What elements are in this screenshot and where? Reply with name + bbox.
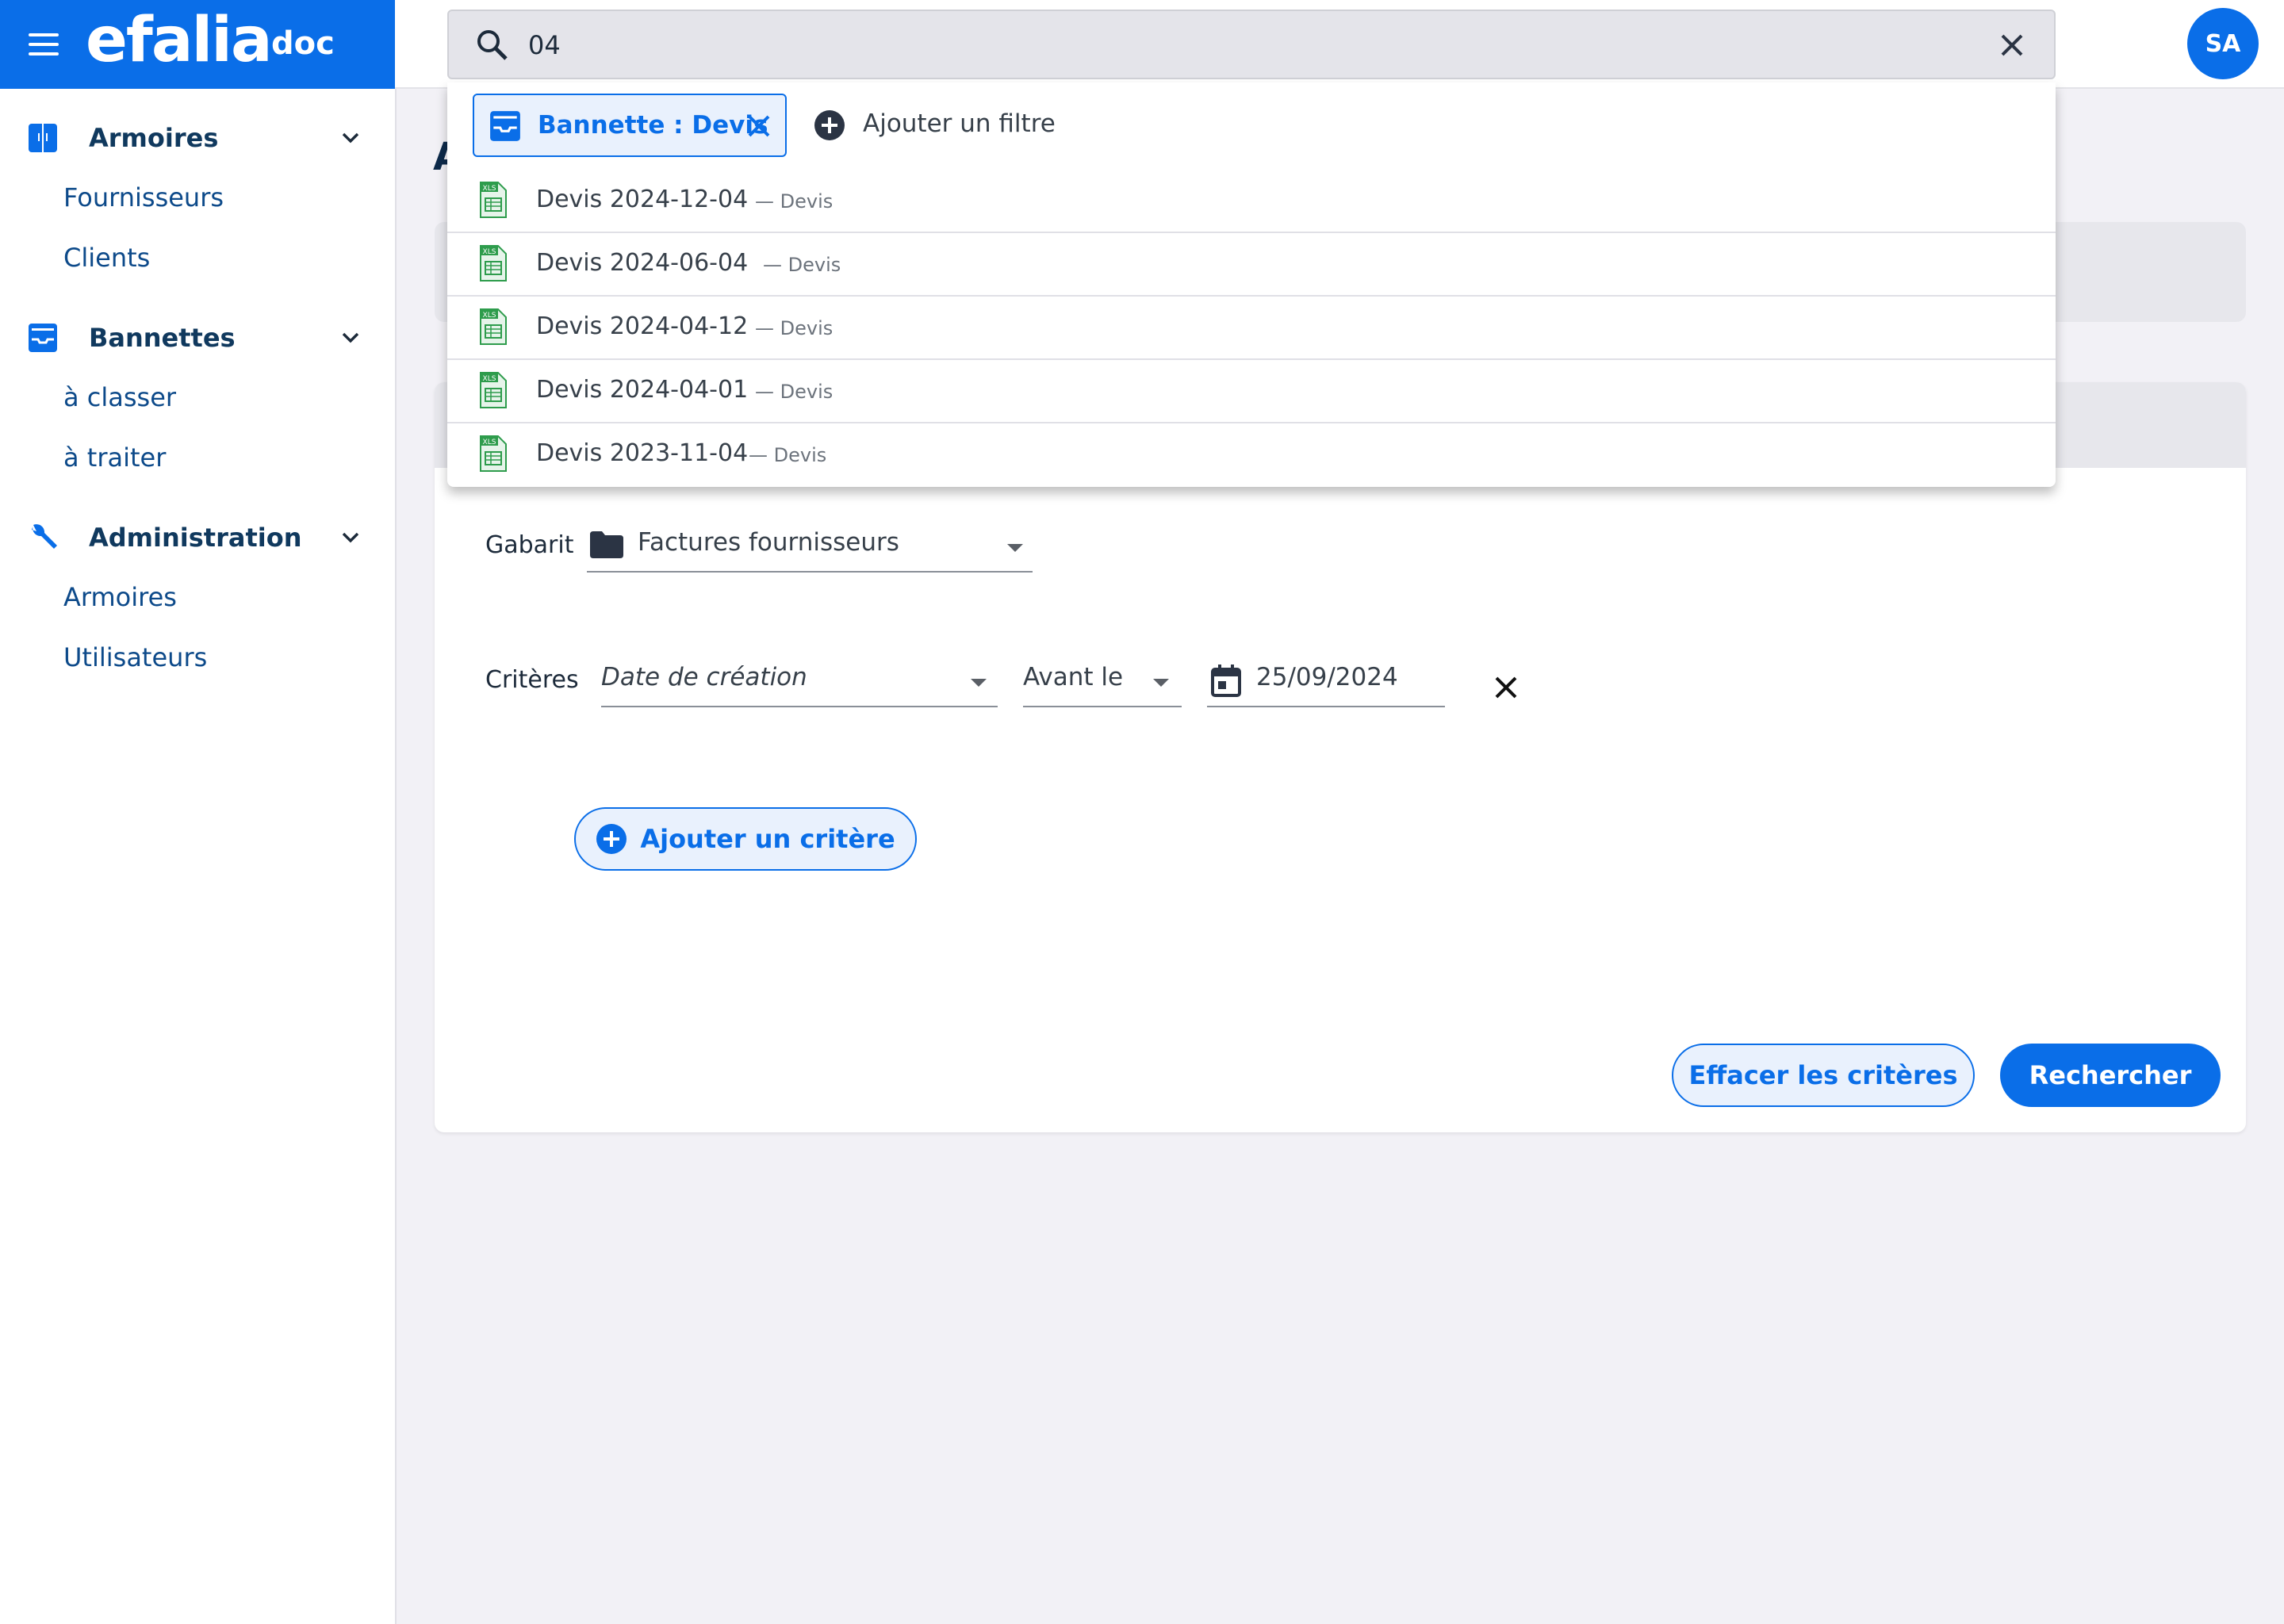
- plus-circle-icon: [814, 110, 845, 140]
- add-criteria-label: Ajouter un critère: [640, 824, 895, 854]
- add-criteria-button[interactable]: Ajouter un critère: [574, 807, 917, 871]
- sidebar-section-label: Armoires: [89, 123, 219, 153]
- sidebar-section-label: Administration: [89, 523, 302, 553]
- add-filter-label: Ajouter un filtre: [863, 109, 1056, 138]
- sidebar-item-admin-armoires[interactable]: Armoires: [63, 582, 177, 612]
- criteria-field-select[interactable]: Date de création: [601, 660, 998, 707]
- caret-down-icon: [971, 679, 987, 687]
- search-result-item[interactable]: XLS Devis 2024-06-04 — Devis: [447, 233, 2056, 297]
- gabarit-value: Factures fournisseurs: [638, 528, 899, 557]
- chevron-down-icon[interactable]: [339, 127, 362, 149]
- wrench-icon: [32, 524, 57, 549]
- search-button[interactable]: Rechercher: [2000, 1044, 2221, 1107]
- clear-criteria-button[interactable]: Effacer les critères: [1672, 1044, 1975, 1107]
- search-input[interactable]: [528, 25, 1876, 65]
- result-name: Devis 2024-04-01: [536, 376, 749, 404]
- result-name: Devis 2024-04-12: [536, 312, 749, 340]
- xls-file-icon: XLS: [480, 435, 507, 472]
- brand-bar: efalia doc: [0, 0, 395, 89]
- chevron-down-icon[interactable]: [339, 327, 362, 349]
- plus-circle-icon: [596, 824, 627, 854]
- criteria-field-value: Date de création: [601, 663, 807, 691]
- avatar[interactable]: SA: [2187, 8, 2259, 79]
- search-result-item[interactable]: XLS Devis 2024-04-12 — Devis: [447, 297, 2056, 360]
- caret-down-icon: [1153, 679, 1169, 687]
- search-dropdown: Bannette : Devis Ajouter un filtre XLS D…: [447, 82, 2056, 487]
- sidebar-section-bannettes[interactable]: Bannettes: [0, 309, 397, 366]
- sidebar-item-utilisateurs[interactable]: Utilisateurs: [63, 642, 207, 672]
- xls-file-icon: XLS: [480, 308, 507, 345]
- sidebar-item-a-traiter[interactable]: à traiter: [63, 442, 166, 473]
- sidebar-section-armoires[interactable]: Armoires: [0, 109, 397, 167]
- search-result-item[interactable]: XLS Devis 2023-11-04 — Devis: [447, 423, 2056, 487]
- svg-text:XLS: XLS: [483, 375, 496, 383]
- remove-filter-icon[interactable]: [745, 113, 772, 140]
- criteria-date-field[interactable]: 25/09/2024: [1207, 660, 1445, 707]
- result-name: Devis 2024-06-04: [536, 249, 749, 277]
- criteria-operator-select[interactable]: Avant le: [1023, 660, 1182, 707]
- xls-file-icon: XLS: [480, 182, 507, 218]
- result-tag: — Devis: [763, 254, 841, 276]
- inbox-tray-icon: [490, 111, 520, 141]
- remove-criteria-icon[interactable]: [1493, 674, 1519, 701]
- clear-search-icon[interactable]: [1998, 32, 2025, 59]
- menu-icon[interactable]: [29, 33, 59, 57]
- xls-file-icon: XLS: [480, 372, 507, 408]
- criteres-label: Critères: [485, 666, 579, 694]
- cabinet-icon: [29, 124, 57, 152]
- svg-text:XLS: XLS: [483, 248, 496, 256]
- result-tag: — Devis: [749, 444, 827, 466]
- gabarit-select[interactable]: Factures fournisseurs: [587, 525, 1033, 573]
- criteria-operator-value: Avant le: [1023, 663, 1124, 691]
- result-name: Devis 2023-11-04: [536, 439, 749, 467]
- search-result-item[interactable]: XLS Devis 2024-04-01 — Devis: [447, 360, 2056, 423]
- gabarit-label: Gabarit: [485, 531, 574, 559]
- calendar-icon: [1211, 665, 1241, 697]
- xls-file-icon: XLS: [480, 245, 507, 282]
- search-box[interactable]: [447, 10, 2056, 79]
- criteria-date-value: 25/09/2024: [1256, 663, 1398, 691]
- logo: efalia: [86, 5, 273, 76]
- sidebar-item-clients[interactable]: Clients: [63, 243, 150, 273]
- search-icon: [477, 30, 508, 60]
- result-tag: — Devis: [755, 190, 834, 213]
- filter-chip-label: Bannette : Devis: [538, 111, 768, 140]
- logo-sub: doc: [271, 25, 335, 62]
- sidebar-item-fournisseurs[interactable]: Fournisseurs: [63, 182, 224, 213]
- filter-chip-bannette[interactable]: Bannette : Devis: [473, 94, 787, 157]
- inbox-tray-icon: [29, 324, 57, 352]
- result-tag: — Devis: [755, 317, 834, 339]
- chevron-down-icon[interactable]: [339, 527, 362, 549]
- svg-text:XLS: XLS: [483, 439, 496, 446]
- result-name: Devis 2024-12-04: [536, 186, 749, 213]
- sidebar-item-a-classer[interactable]: à classer: [63, 382, 176, 412]
- sidebar-section-administration[interactable]: Administration: [0, 509, 397, 566]
- result-tag: — Devis: [755, 381, 834, 403]
- caret-down-icon: [1007, 544, 1023, 552]
- sidebar-section-label: Bannettes: [89, 323, 236, 353]
- svg-text:XLS: XLS: [483, 185, 496, 193]
- search-card: Gabarit Factures fournisseurs Critères D…: [435, 382, 2246, 1132]
- search-result-item[interactable]: XLS Devis 2024-12-04 — Devis: [447, 170, 2056, 233]
- svg-text:XLS: XLS: [483, 312, 496, 320]
- folder-icon: [590, 531, 623, 558]
